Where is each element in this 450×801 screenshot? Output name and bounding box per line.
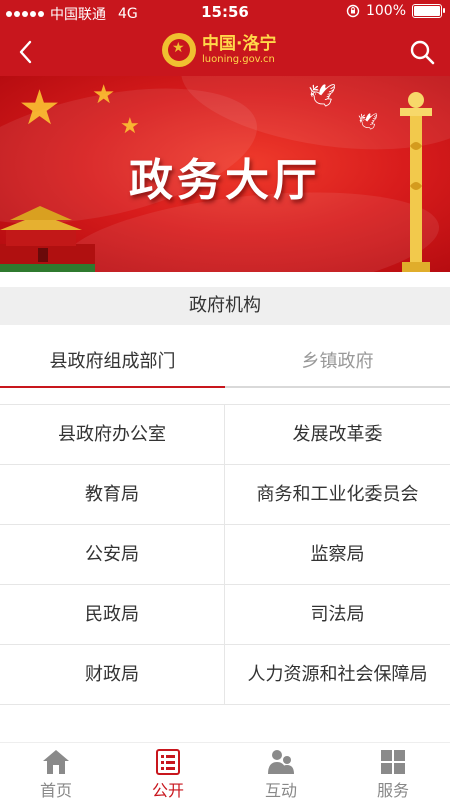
section-title: 政府机构 [0,287,450,325]
search-icon[interactable] [408,38,436,66]
list-doc-icon [156,749,180,775]
department-item[interactable]: 监察局 [225,525,450,585]
star-decoration-icon: ★ [92,80,116,110]
brand-logo: 中国·洛宁 luoning.gov.cn [162,30,276,70]
home-icon [43,750,69,774]
back-arrow-icon[interactable] [14,38,38,66]
nav-label-service: 服务 [376,781,409,800]
grid-icon [381,750,405,774]
people-icon [268,750,294,774]
tab-township-governments[interactable]: 乡镇政府 [225,338,450,388]
status-bar: 中国联通 4G 15:56 100% [0,0,450,24]
department-item[interactable]: 财政局 [0,645,225,705]
dove-icon: 🕊 [308,84,336,109]
department-item[interactable]: 公安局 [0,525,225,585]
brand-url: luoning.gov.cn [202,53,275,65]
star-decoration-icon: ★ [120,114,140,139]
national-emblem-icon [162,33,196,67]
nav-label-home: 首页 [39,781,72,800]
hero-banner: ★ ★ ★ 🕊 🕊 政务大厅 [0,76,450,272]
department-item[interactable]: 司法局 [225,585,450,645]
brand-name: 中国·洛宁 [202,33,277,54]
bottom-nav: 首页 公开 互动 服务 [0,742,450,801]
nav-home[interactable]: 首页 [0,743,112,801]
nav-label-public: 公开 [151,781,184,800]
department-item[interactable]: 民政局 [0,585,225,645]
banner-title: 政务大厅 [129,155,321,206]
nav-label-interaction: 互动 [264,781,297,800]
rotation-lock-icon [346,4,360,18]
battery-fill [414,6,440,16]
nav-public[interactable]: 公开 [112,743,224,801]
nav-service[interactable]: 服务 [337,743,449,801]
star-decoration-icon: ★ [18,80,62,136]
nav-interaction[interactable]: 互动 [225,743,337,801]
battery-percent: 100% [365,3,406,19]
department-item[interactable]: 人力资源和社会保障局 [225,645,450,705]
department-item[interactable]: 发展改革委 [225,405,450,465]
category-tabs: 县政府组成部门 乡镇政府 [0,338,450,388]
department-grid: 县政府办公室 发展改革委 教育局 商务和工业化委员会 公安局 监察局 民政局 司… [0,404,450,705]
tab-county-departments[interactable]: 县政府组成部门 [0,338,225,388]
department-item[interactable]: 商务和工业化委员会 [225,465,450,525]
battery-icon [412,4,445,18]
department-item[interactable]: 教育局 [0,465,225,525]
department-item[interactable]: 县政府办公室 [0,405,225,465]
dove-icon: 🕊 [358,112,379,131]
top-bar: 中国联通 4G 15:56 100% 中国·洛宁 luoning.gov.cn [0,0,450,76]
